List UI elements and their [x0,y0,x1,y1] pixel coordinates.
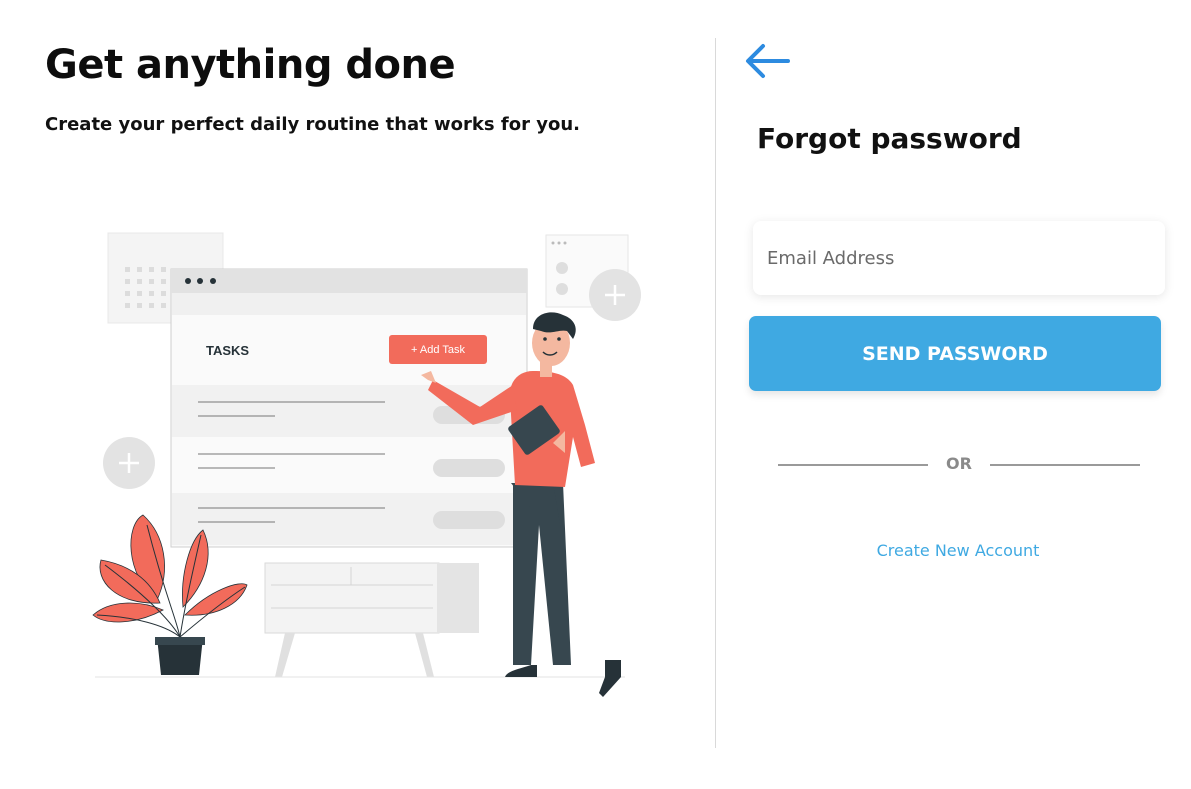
form-title: Forgot password [757,122,1022,155]
tasks-label: TASKS [206,343,249,358]
send-password-button[interactable]: SEND PASSWORD [749,316,1161,391]
or-separator: OR [778,452,1140,476]
email-input[interactable] [753,221,1165,295]
tasks-illustration: TASKS + Add Task [92,232,641,697]
hero-title: Get anything done [45,42,456,88]
create-account-link[interactable]: Create New Account [756,541,1160,560]
forgot-password-panel: Forgot password SEND PASSWORD OR Create … [716,0,1191,789]
add-task-label: + Add Task [411,344,465,356]
back-button[interactable] [742,40,792,80]
email-field-container [753,221,1165,295]
separator-line-right [990,464,1140,466]
arrow-left-icon [746,44,790,78]
hero-panel: Get anything done Create your perfect da… [0,0,715,789]
hero-subtitle: Create your perfect daily routine that w… [45,114,580,135]
